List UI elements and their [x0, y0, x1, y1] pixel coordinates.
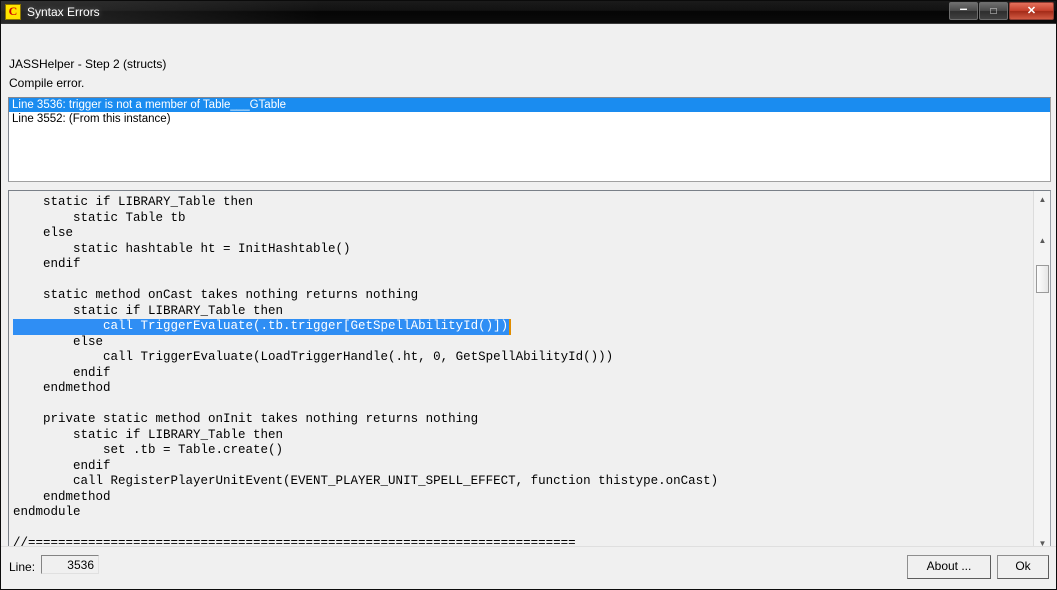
code-line: call RegisterPlayerUnitEvent(EVENT_PLAYE… [13, 474, 719, 488]
scroll-track-mark-icon: ▲ [1038, 236, 1047, 245]
code-line: private static method onInit takes nothi… [13, 412, 479, 426]
app-icon: C [5, 4, 21, 20]
code-line: endif [13, 458, 111, 473]
window-title: Syntax Errors [27, 5, 100, 19]
code-line: set .tb = Table.create() [13, 443, 284, 457]
code-line: static if LIBRARY_Table then [13, 427, 284, 442]
code-line: static hashtable ht = InitHashtable() [13, 241, 351, 256]
scroll-up-icon[interactable]: ▲ [1034, 191, 1050, 208]
error-list-item[interactable]: Line 3536: trigger is not a member of Ta… [9, 98, 1050, 112]
maximize-icon: □ [990, 6, 997, 17]
minimize-button[interactable]: – [949, 0, 978, 20]
vertical-scroll-thumb[interactable] [1036, 265, 1049, 293]
code-line: static method onCast takes nothing retur… [13, 288, 419, 302]
error-list-item[interactable]: Line 3552: (From this instance) [9, 112, 1050, 126]
code-line: call TriggerEvaluate(LoadTriggerHandle(.… [13, 350, 614, 364]
compile-error-label: Compile error. [9, 76, 85, 90]
code-line: endif [13, 365, 111, 380]
code-line: static Table tb [13, 210, 186, 225]
close-button[interactable]: ✕ [1009, 2, 1054, 20]
maximize-button[interactable]: □ [979, 2, 1008, 20]
code-line: endmodule [13, 505, 81, 519]
line-label: Line: [9, 560, 36, 574]
dialog-client-area: JASSHelper - Step 2 (structs) Compile er… [1, 24, 1056, 589]
minimize-icon: – [959, 0, 968, 16]
code-line: call TriggerEvaluate(.tb.trigger[GetSpel… [13, 319, 1032, 335]
window-titlebar[interactable]: C Syntax Errors – □ ✕ [1, 1, 1056, 24]
code-line: static if LIBRARY_Table then [13, 195, 254, 209]
line-number-input[interactable]: 3536 [41, 555, 99, 574]
code-line: endmethod [13, 381, 111, 395]
code-line: endmethod [13, 489, 111, 504]
dialog-footer: Line: 3536 About ... Ok [1, 546, 1056, 589]
syntax-errors-window: C Syntax Errors – □ ✕ JASSHelper - Step … [0, 0, 1057, 590]
code-vertical-scrollbar[interactable]: ▲ ▲ ▼ [1033, 191, 1050, 552]
code-text: static if LIBRARY_Table then static Tabl… [9, 191, 1032, 551]
code-line-selected: call TriggerEvaluate(.tb.trigger[GetSpel… [13, 319, 512, 335]
code-preview-panel: static if LIBRARY_Table then static Tabl… [8, 190, 1051, 570]
code-line: else [13, 226, 74, 240]
code-line: else [13, 334, 104, 349]
code-line: endif [13, 257, 81, 271]
error-list[interactable]: Line 3536: trigger is not a member of Ta… [8, 97, 1051, 182]
code-line: static if LIBRARY_Table then [13, 303, 284, 318]
ok-button[interactable]: Ok [997, 555, 1049, 579]
caption-button-group: – □ ✕ [948, 0, 1054, 20]
close-icon: ✕ [1026, 5, 1037, 17]
about-button[interactable]: About ... [907, 555, 991, 579]
code-scroll-area[interactable]: static if LIBRARY_Table then static Tabl… [9, 191, 1032, 551]
step-label: JASSHelper - Step 2 (structs) [9, 57, 167, 71]
